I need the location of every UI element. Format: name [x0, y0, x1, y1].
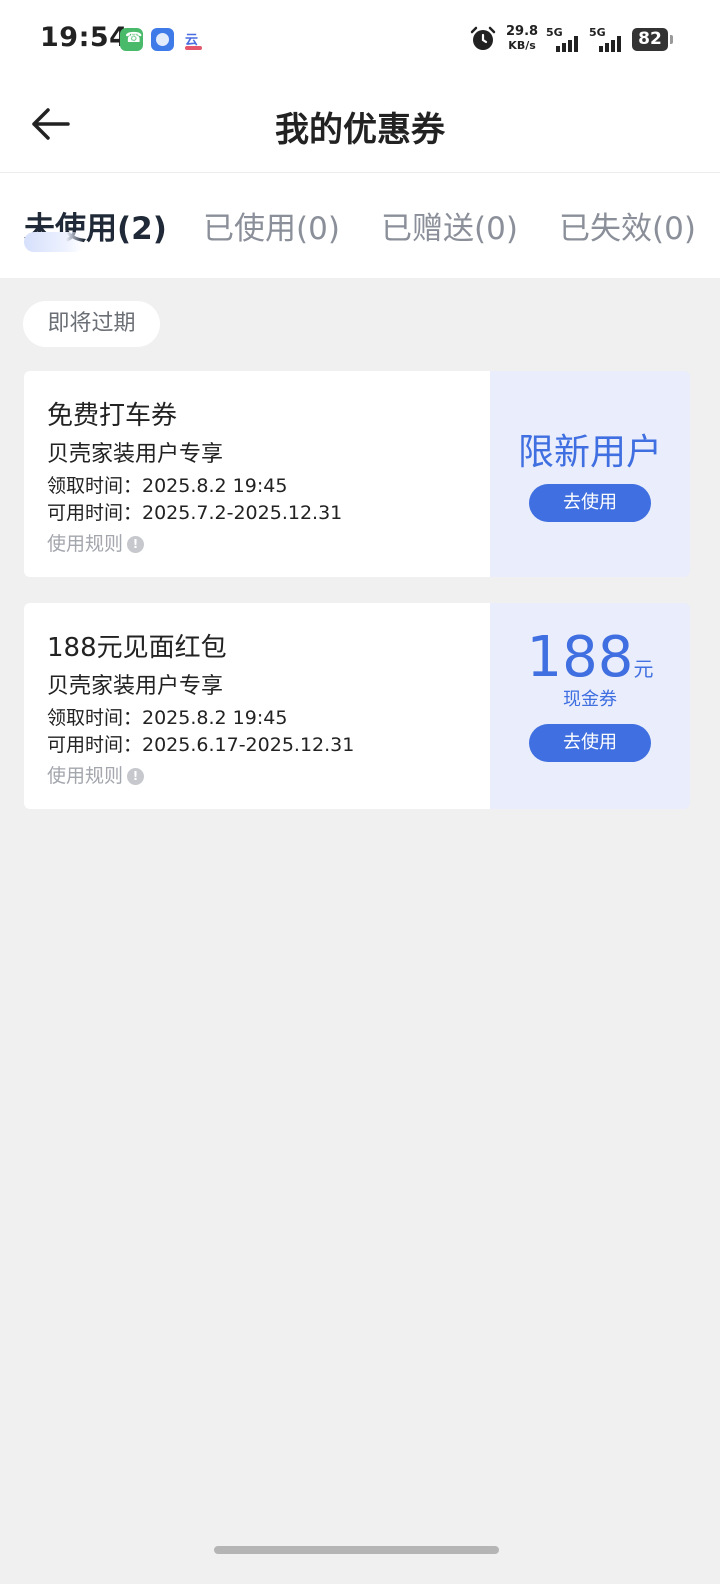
- tab-expired[interactable]: 已失效(0): [559, 203, 696, 248]
- signal-1-icon: 5G: [546, 26, 586, 52]
- coupon-amount-value: 188: [526, 625, 634, 690]
- active-tab-indicator: [24, 232, 84, 252]
- page-title: 我的优惠券: [275, 110, 445, 150]
- coupon-info: 188元见面红包 贝壳家装用户专享 领取时间：2025.8.2 19:45 可用…: [24, 603, 490, 809]
- status-time: 19:54: [40, 22, 129, 53]
- coupon-valid-period: 可用时间：2025.6.17-2025.12.31: [47, 734, 355, 756]
- info-icon: !: [127, 768, 145, 785]
- tab-used[interactable]: 已使用(0): [203, 203, 340, 248]
- coupon-amount-unit: 元: [633, 657, 654, 681]
- network-speed-unit: KB/s: [508, 39, 536, 52]
- alarm-icon: [470, 26, 496, 50]
- info-icon: !: [127, 536, 145, 553]
- coupon-received-time: 领取时间：2025.8.2 19:45: [47, 475, 288, 497]
- network-speed-value: 29.8: [506, 24, 539, 39]
- home-indicator[interactable]: [214, 1546, 499, 1554]
- usage-rules-label: 使用规则: [47, 533, 124, 555]
- header: 我的优惠券: [0, 80, 720, 173]
- tab-bar: 未使用(2) 已使用(0) 已赠送(0) 已失效(0): [0, 173, 720, 278]
- network-speed: 29.8 KB/s: [506, 25, 538, 53]
- status-bar: 19:54 云 29.8 KB/s 5G 5G 82: [0, 0, 720, 80]
- usage-rules-link[interactable]: 使用规则!: [47, 529, 145, 556]
- coupon-card: 免费打车券 贝壳家装用户专享 领取时间：2025.8.2 19:45 可用时间：…: [24, 371, 690, 577]
- coupon-name: 免费打车券: [47, 401, 178, 431]
- cloud-app-icon: 云: [182, 28, 205, 51]
- usage-rules-link[interactable]: 使用规则!: [47, 761, 145, 788]
- use-coupon-button[interactable]: 去使用: [529, 484, 651, 522]
- tab-gifted[interactable]: 已赠送(0): [381, 203, 518, 248]
- usage-rules-label: 使用规则: [47, 765, 124, 787]
- coupon-value-panel: 188元 现金券 去使用: [490, 603, 690, 809]
- coupon-amount: 188元: [490, 625, 690, 690]
- coupon-name: 188元见面红包: [47, 633, 227, 663]
- expiring-soon-chip[interactable]: 即将过期: [23, 301, 160, 347]
- coupon-card: 188元见面红包 贝壳家装用户专享 领取时间：2025.8.2 19:45 可用…: [24, 603, 690, 809]
- coupon-info: 免费打车券 贝壳家装用户专享 领取时间：2025.8.2 19:45 可用时间：…: [24, 371, 490, 577]
- coupon-received-time: 领取时间：2025.8.2 19:45: [47, 707, 288, 729]
- coupon-subtitle: 贝壳家装用户专享: [47, 674, 224, 699]
- coupon-subtitle: 贝壳家装用户专享: [47, 442, 224, 467]
- coupon-valid-period: 可用时间：2025.7.2-2025.12.31: [47, 502, 343, 524]
- use-coupon-button[interactable]: 去使用: [529, 724, 651, 762]
- browser-app-icon: [151, 28, 174, 51]
- coupon-type-label: 现金券: [563, 689, 617, 710]
- new-user-only-label: 限新用户: [517, 432, 662, 473]
- phone-app-icon: [120, 28, 143, 51]
- signal-2-icon: 5G: [589, 26, 629, 52]
- battery-icon: 82: [632, 28, 673, 51]
- coupon-value-panel: 限新用户 去使用: [490, 371, 690, 577]
